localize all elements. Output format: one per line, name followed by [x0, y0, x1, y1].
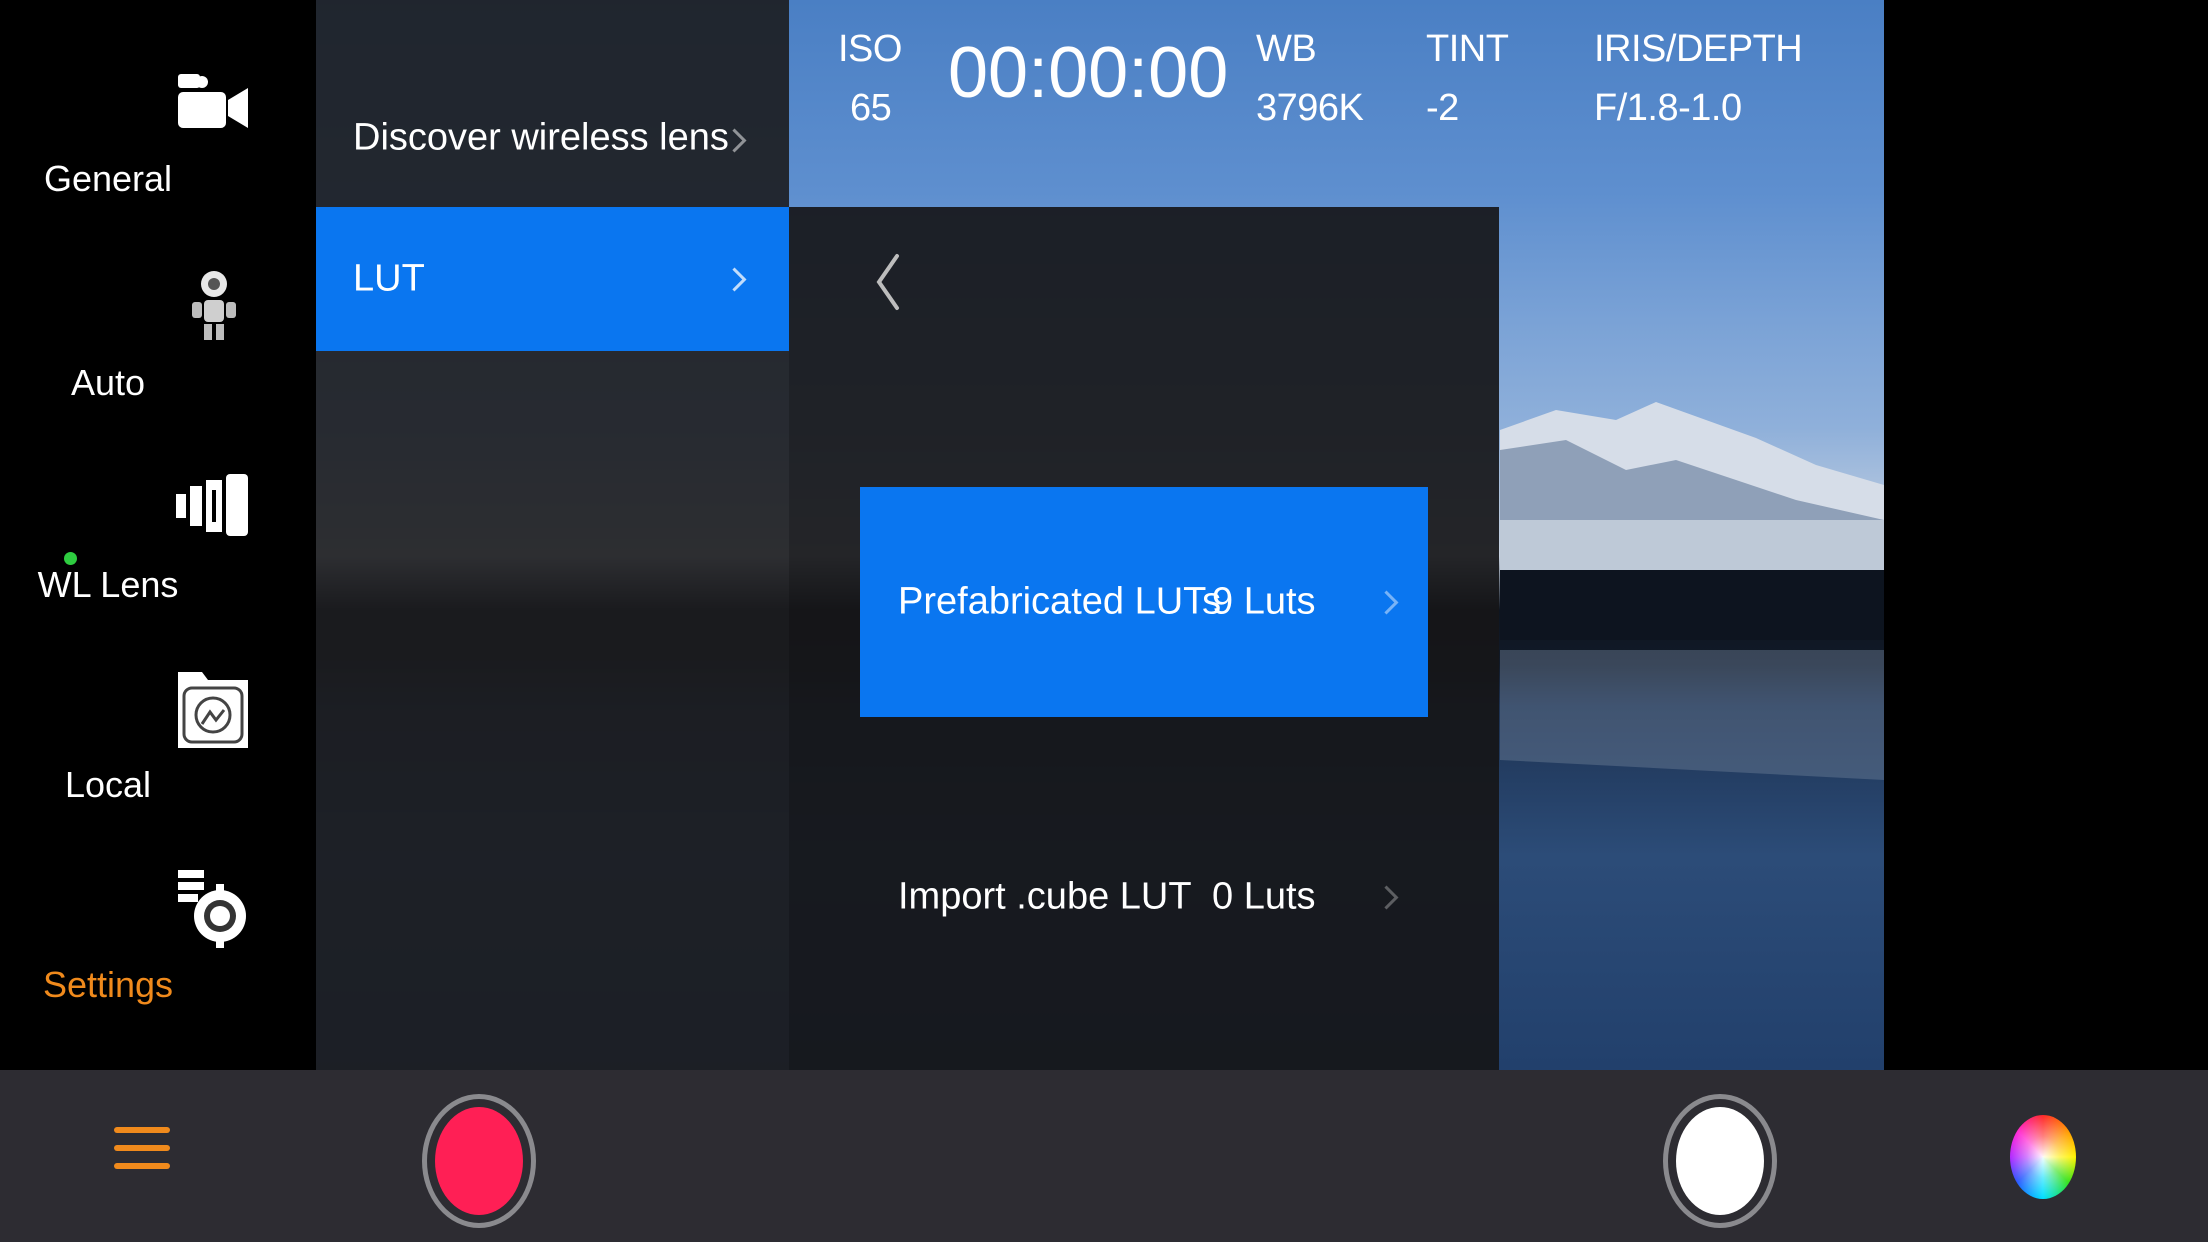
menu-item-label: LUT: [353, 257, 425, 300]
timecode: 00:00:00: [948, 33, 1229, 113]
tint-readout[interactable]: TINT -2: [1426, 28, 1509, 130]
menu-item-discover-wireless-lens[interactable]: Discover wireless lens: [316, 66, 789, 210]
chevron-right-icon: [1374, 885, 1399, 910]
iris-readout[interactable]: IRIS/DEPTH F/1.8-1.0: [1594, 28, 1803, 130]
bottom-bar: [0, 1070, 2208, 1242]
prefabricated-luts-count: 9 Luts: [1212, 580, 1316, 623]
sidebar-item-label: Auto: [70, 362, 146, 403]
wb-label: WB: [1256, 28, 1317, 70]
iso-value: 65: [850, 87, 892, 129]
menu-item-label: Discover wireless lens: [353, 116, 729, 159]
tint-label: TINT: [1426, 28, 1509, 70]
sidebar-item-general[interactable]: General: [0, 64, 316, 254]
status-dot: [64, 552, 77, 565]
iso-readout[interactable]: ISO 65: [838, 28, 902, 130]
lut-panel: Prefabricated LUTs 9 Luts Import .cube L…: [789, 207, 1499, 1070]
wb-value: 3796K: [1256, 87, 1364, 129]
sidebar-item-label: Local: [64, 764, 152, 805]
wb-readout[interactable]: WB 3796K: [1256, 28, 1364, 130]
sidebar-item-label: General: [43, 158, 173, 199]
import-cube-lut-item[interactable]: Import .cube LUT 0 Luts: [860, 782, 1428, 1012]
sidebar-item-local[interactable]: Local: [0, 666, 316, 856]
record-icon: [435, 1107, 523, 1215]
back-chevron-icon[interactable]: [873, 252, 903, 312]
sidebar-item-auto[interactable]: Auto: [0, 268, 316, 458]
chevron-right-icon: [1374, 590, 1399, 615]
lens-icon: [176, 474, 248, 536]
import-cube-lut-count: 0 Luts: [1212, 875, 1316, 918]
iris-label: IRIS/DEPTH: [1594, 28, 1803, 70]
menu-item-lut[interactable]: LUT: [316, 207, 789, 351]
sidebar: General Auto WL Lens Local Settings: [0, 0, 316, 1070]
record-ring: [422, 1094, 536, 1228]
photo-button[interactable]: [1663, 1082, 1783, 1228]
sidebar-item-label: Settings: [42, 964, 174, 1005]
hamburger-icon[interactable]: [114, 1127, 170, 1169]
shutter-icon: [1676, 1107, 1764, 1215]
record-button[interactable]: [422, 1082, 542, 1228]
iris-value: F/1.8-1.0: [1594, 87, 1742, 129]
camera-icon: [178, 74, 248, 128]
prefabricated-luts-item[interactable]: Prefabricated LUTs 9 Luts: [860, 487, 1428, 717]
folder-photo-icon: [178, 672, 248, 748]
prefabricated-luts-label: Prefabricated LUTs: [898, 580, 1222, 623]
chevron-right-icon: [722, 267, 747, 292]
gear-icon: [178, 870, 246, 948]
sidebar-item-wl-lens[interactable]: WL Lens: [0, 470, 316, 660]
color-wheel-icon[interactable]: [2010, 1115, 2076, 1199]
settings-menu: Discover wireless lens LUT: [316, 0, 789, 1070]
import-cube-lut-label: Import .cube LUT: [898, 875, 1192, 918]
robot-icon: [192, 271, 236, 340]
iso-label: ISO: [838, 28, 902, 70]
tint-value: -2: [1426, 87, 1459, 129]
photo-ring: [1663, 1094, 1777, 1228]
sidebar-item-settings[interactable]: Settings: [0, 866, 316, 1056]
sidebar-item-label: WL Lens: [37, 564, 179, 605]
